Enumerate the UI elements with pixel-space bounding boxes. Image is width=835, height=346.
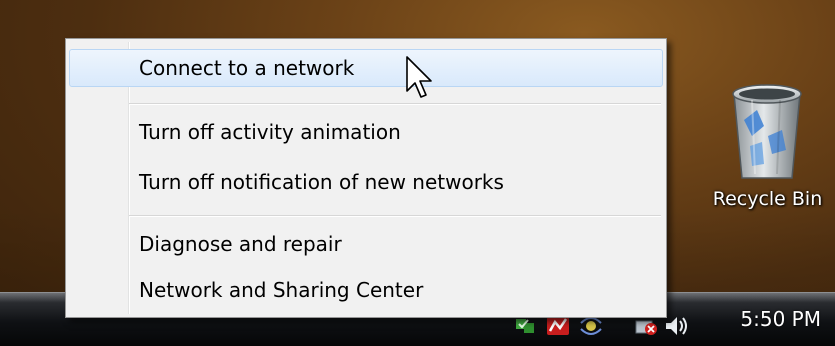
taskbar-clock[interactable]: 5:50 PM xyxy=(740,307,821,331)
menu-item-network-and-sharing-center[interactable]: Network and Sharing Center xyxy=(69,271,663,309)
menu-item-diagnose-and-repair[interactable]: Diagnose and repair xyxy=(69,225,663,263)
menu-separator xyxy=(129,103,661,105)
menu-item-turn-off-notifications[interactable]: Turn off notification of new networks xyxy=(69,163,663,201)
menu-separator xyxy=(129,215,661,217)
menu-item-connect-to-network[interactable]: Connect to a network xyxy=(69,49,663,87)
network-context-menu: Connect to a network Turn off activity a… xyxy=(65,38,667,318)
recycle-bin-label: Recycle Bin xyxy=(712,188,823,210)
menu-item-turn-off-activity-animation[interactable]: Turn off activity animation xyxy=(69,113,663,151)
mouse-cursor-icon xyxy=(406,56,432,98)
recycle-bin-shortcut[interactable]: Recycle Bin xyxy=(700,80,830,230)
recycle-bin-icon xyxy=(732,84,802,179)
